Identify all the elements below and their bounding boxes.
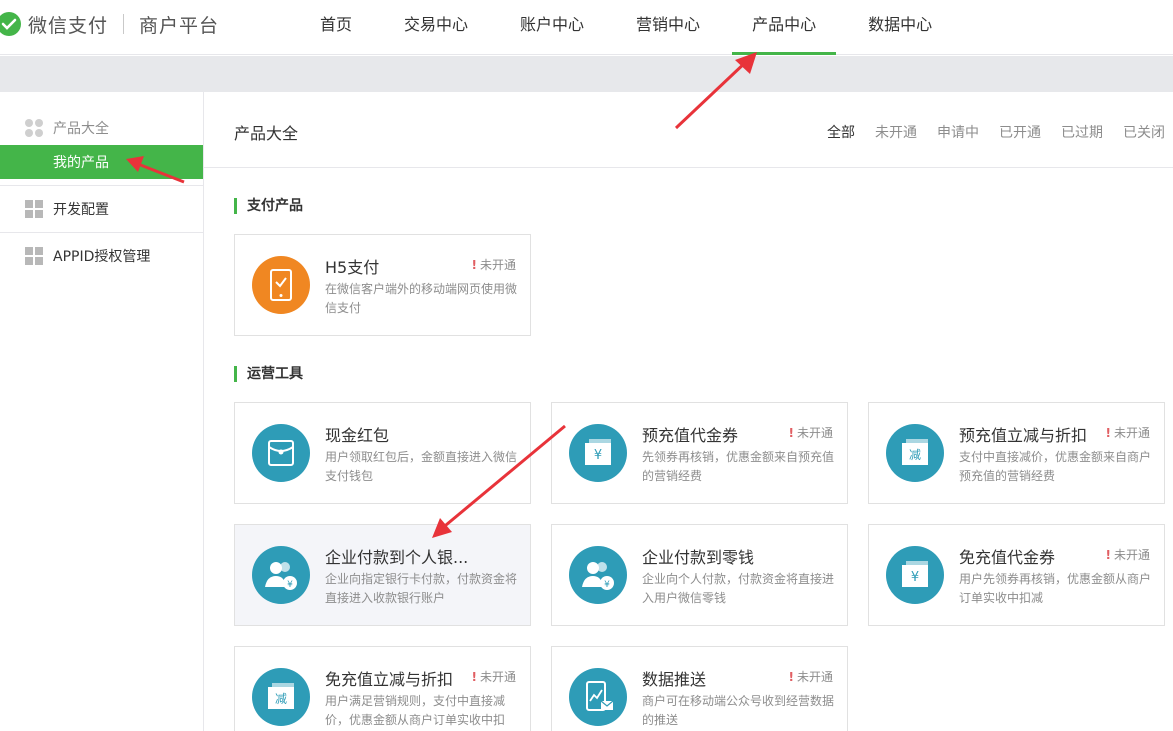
sidebar-item-label: APPID授权管理 bbox=[53, 249, 151, 265]
nav-data[interactable]: 数据中心 bbox=[848, 0, 952, 55]
product-description: 在微信客户端外的移动端网页使用微信支付 bbox=[325, 282, 518, 315]
filter-applying[interactable]: 申请中 bbox=[937, 122, 979, 142]
svg-text:¥: ¥ bbox=[911, 570, 919, 585]
svg-text:¥: ¥ bbox=[604, 580, 610, 590]
product-description: 用户领取红包后，金额直接进入微信支付钱包 bbox=[325, 450, 518, 483]
filter-opened[interactable]: 已开通 bbox=[999, 122, 1041, 142]
product-card-cash-red-packet[interactable]: 现金红包 用户领取红包后，金额直接进入微信支付钱包 bbox=[234, 402, 531, 504]
status-badge: ! 未开通 bbox=[471, 258, 517, 272]
product-description: 企业向个人付款，付款资金将直接进入用户微信零钱 bbox=[642, 572, 835, 605]
phone-check-icon bbox=[252, 256, 310, 314]
product-description: 先领券再核销，优惠金额来自预充值的营销经费 bbox=[642, 450, 835, 483]
svg-text:减: 减 bbox=[275, 692, 287, 706]
discount-coupon-icon: 减 bbox=[252, 668, 310, 726]
sidebar-item-appid[interactable]: APPID授权管理 bbox=[0, 241, 203, 271]
section-title-payment: 支付产品 bbox=[234, 198, 303, 214]
yuan-coupon-icon: ¥ bbox=[569, 424, 627, 482]
main-nav: 首页 交易中心 账户中心 营销中心 产品中心 数据中心 bbox=[300, 0, 964, 55]
main-content: 产品大全 全部 未开通 申请中 已开通 已过期 已关闭 支付产品 H5支付 ! 未… bbox=[204, 92, 1173, 731]
product-name: 预充值立减与折扣 bbox=[959, 426, 1088, 445]
sidebar-item-dev-config[interactable]: 开发配置 bbox=[0, 194, 203, 224]
main-header: 产品大全 全部 未开通 申请中 已开通 已过期 已关闭 bbox=[204, 92, 1173, 168]
nav-account[interactable]: 账户中心 bbox=[500, 0, 604, 55]
product-name: 企业付款到零钱 bbox=[642, 548, 755, 567]
svg-text:减: 减 bbox=[909, 448, 921, 462]
product-description: 支付中直接减价，优惠金额来自商户预充值的营销经费 bbox=[959, 450, 1152, 483]
logo-subtitle: 商户平台 bbox=[139, 14, 220, 37]
product-description: 商户可在移动端公众号收到经营数据的推送 bbox=[642, 694, 835, 727]
status-badge: ! 未开通 bbox=[1105, 548, 1151, 562]
chart-mail-icon bbox=[569, 668, 627, 726]
product-description: 用户满足营销规则，支付中直接减价，优惠金额从商户订单实收中扣 bbox=[325, 694, 506, 727]
status-badge: ! 未开通 bbox=[1105, 426, 1151, 440]
sidebar-item-my-products[interactable]: 我的产品 bbox=[0, 145, 203, 179]
red-packet-icon bbox=[252, 424, 310, 482]
nav-transactions[interactable]: 交易中心 bbox=[384, 0, 488, 55]
product-description: 用户先领券再核销，优惠金额从商户订单实收中扣减 bbox=[959, 572, 1152, 605]
discount-coupon-icon: 减 bbox=[886, 424, 944, 482]
filter-all[interactable]: 全部 bbox=[827, 122, 855, 142]
nav-home[interactable]: 首页 bbox=[300, 0, 372, 55]
product-card-free-discount[interactable]: 减 免充值立减与折扣 ! 未开通 用户满足营销规则，支付中直接减价，优惠金额从商户… bbox=[234, 646, 531, 731]
product-name: 数据推送 bbox=[642, 670, 707, 689]
top-navbar: 微信支付 商户平台 首页 交易中心 账户中心 营销中心 产品中心 数据中心 bbox=[0, 0, 1173, 55]
gray-banner bbox=[0, 56, 1173, 92]
product-card-pay-to-bank[interactable]: ¥ 企业付款到个人银... 企业向指定银行卡付款，付款资金将直接进入收款银行账户 bbox=[234, 524, 531, 626]
sidebar-group-products[interactable]: 产品大全 bbox=[0, 113, 203, 143]
filter-closed[interactable]: 已关闭 bbox=[1123, 122, 1165, 142]
sidebar-divider bbox=[0, 232, 203, 233]
sidebar-divider bbox=[0, 185, 203, 186]
section-title-operations: 运营工具 bbox=[234, 366, 303, 382]
logo-divider bbox=[123, 14, 125, 34]
wechat-pay-logo[interactable]: 微信支付 商户平台 bbox=[0, 10, 219, 38]
sidebar-item-label: 开发配置 bbox=[53, 202, 109, 218]
product-name: 现金红包 bbox=[325, 426, 390, 445]
status-filters: 全部 未开通 申请中 已开通 已过期 已关闭 bbox=[807, 122, 1165, 142]
wechat-logo-icon bbox=[0, 12, 21, 36]
yuan-coupon-icon: ¥ bbox=[886, 546, 944, 604]
status-badge: ! 未开通 bbox=[788, 670, 834, 684]
page-title: 产品大全 bbox=[234, 124, 299, 143]
users-yuan-icon: ¥ bbox=[252, 546, 310, 604]
grid-icon bbox=[25, 247, 43, 265]
svg-text:¥: ¥ bbox=[594, 448, 602, 463]
product-name: 企业付款到个人银... bbox=[325, 548, 469, 567]
product-card-prepaid-discount[interactable]: 减 预充值立减与折扣 ! 未开通 支付中直接减价，优惠金额来自商户预充值的营销经费 bbox=[868, 402, 1165, 504]
product-card-h5[interactable]: H5支付 ! 未开通 在微信客户端外的移动端网页使用微信支付 bbox=[234, 234, 531, 336]
nav-marketing[interactable]: 营销中心 bbox=[616, 0, 720, 55]
product-card-data-push[interactable]: 数据推送 ! 未开通 商户可在移动端公众号收到经营数据的推送 bbox=[551, 646, 848, 731]
svg-text:¥: ¥ bbox=[287, 580, 293, 590]
filter-not-opened[interactable]: 未开通 bbox=[875, 122, 917, 142]
sidebar: 产品大全 我的产品 开发配置 APPID授权管理 bbox=[0, 92, 204, 731]
product-name: 预充值代金券 bbox=[642, 426, 739, 445]
grid-icon bbox=[25, 200, 43, 218]
filter-expired[interactable]: 已过期 bbox=[1061, 122, 1103, 142]
grid-icon bbox=[25, 119, 43, 137]
product-name: H5支付 bbox=[325, 258, 380, 277]
logo-text: 微信支付 bbox=[28, 14, 109, 37]
status-badge: ! 未开通 bbox=[788, 426, 834, 440]
sidebar-group-label: 产品大全 bbox=[53, 121, 109, 137]
nav-products[interactable]: 产品中心 bbox=[732, 0, 837, 55]
product-card-pay-to-wallet[interactable]: ¥ 企业付款到零钱 企业向个人付款，付款资金将直接进入用户微信零钱 bbox=[551, 524, 848, 626]
users-yuan-icon: ¥ bbox=[569, 546, 627, 604]
product-card-prepaid-coupon[interactable]: ¥ 预充值代金券 ! 未开通 先领券再核销，优惠金额来自预充值的营销经费 bbox=[551, 402, 848, 504]
product-name: 免充值立减与折扣 bbox=[325, 670, 454, 689]
product-card-free-coupon[interactable]: ¥ 免充值代金券 ! 未开通 用户先领券再核销，优惠金额从商户订单实收中扣减 bbox=[868, 524, 1165, 626]
status-badge: ! 未开通 bbox=[471, 670, 517, 684]
product-name: 免充值代金券 bbox=[959, 548, 1056, 567]
product-description: 企业向指定银行卡付款，付款资金将直接进入收款银行账户 bbox=[325, 572, 518, 605]
